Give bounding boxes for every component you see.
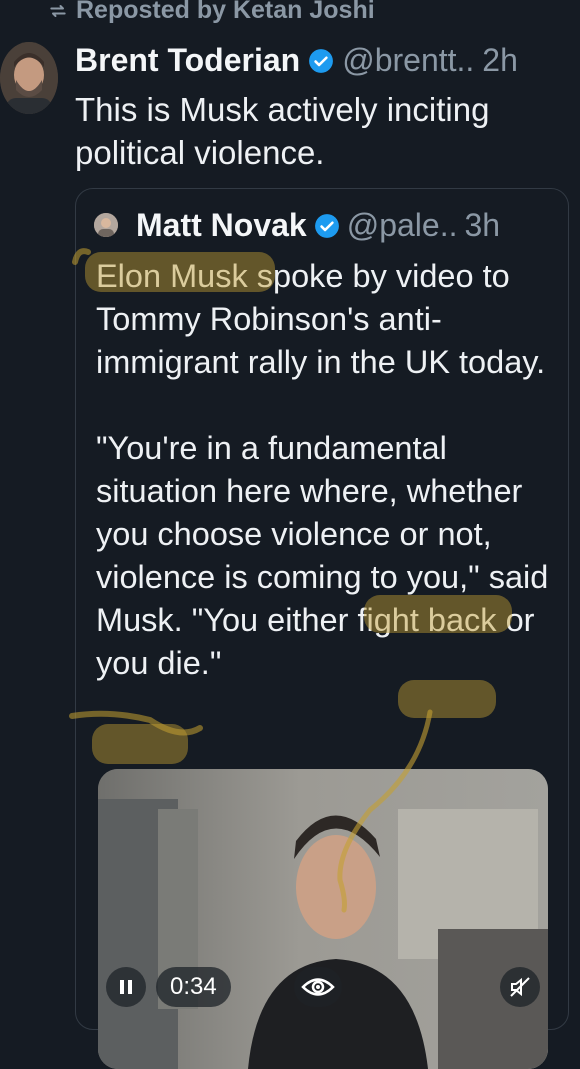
quoted-post-header: Matt Novak @pale.. 3h: [136, 207, 500, 244]
mute-icon: [510, 977, 530, 997]
pause-icon: [120, 980, 132, 994]
verified-badge-icon: [309, 48, 334, 73]
quoted-post-time[interactable]: 3h: [464, 207, 500, 244]
repost-label: Reposted by Ketan Joshi: [76, 0, 375, 24]
repost-indicator[interactable]: Reposted by Ketan Joshi: [48, 0, 375, 25]
eye-icon: [301, 978, 335, 996]
quoted-author-avatar: [94, 213, 118, 237]
mute-button[interactable]: [500, 967, 540, 1007]
quoted-post[interactable]: Matt Novak @pale.. 3h Elon Musk spoke by…: [75, 188, 569, 1069]
avatar-photo: [0, 42, 58, 114]
author-name[interactable]: Brent Toderian: [75, 42, 300, 79]
pause-button[interactable]: [106, 967, 146, 1007]
quoted-post-text: Elon Musk spoke by video to Tommy Robins…: [96, 255, 556, 685]
post-header: Brent Toderian @brentt.. 2h: [75, 42, 518, 79]
quoted-paragraph-2: "You're in a fundamental situation here …: [96, 430, 549, 681]
video-frame: [98, 769, 548, 1069]
quoted-paragraph-1: Elon Musk spoke by video to Tommy Robins…: [96, 258, 546, 380]
quoted-author-handle[interactable]: @pale..: [347, 207, 458, 244]
verified-badge-icon: [314, 213, 339, 238]
video-player[interactable]: 0:34: [98, 769, 548, 1069]
author-handle[interactable]: @brentt..: [342, 42, 474, 79]
video-elapsed-time: 0:34: [156, 967, 231, 1007]
repost-icon: [50, 4, 66, 17]
post-text: This is Musk actively inciting political…: [75, 91, 490, 171]
quoted-author-name[interactable]: Matt Novak: [136, 207, 307, 244]
view-button[interactable]: [294, 967, 342, 1007]
author-avatar[interactable]: [0, 42, 58, 114]
post-time[interactable]: 2h: [482, 42, 518, 79]
